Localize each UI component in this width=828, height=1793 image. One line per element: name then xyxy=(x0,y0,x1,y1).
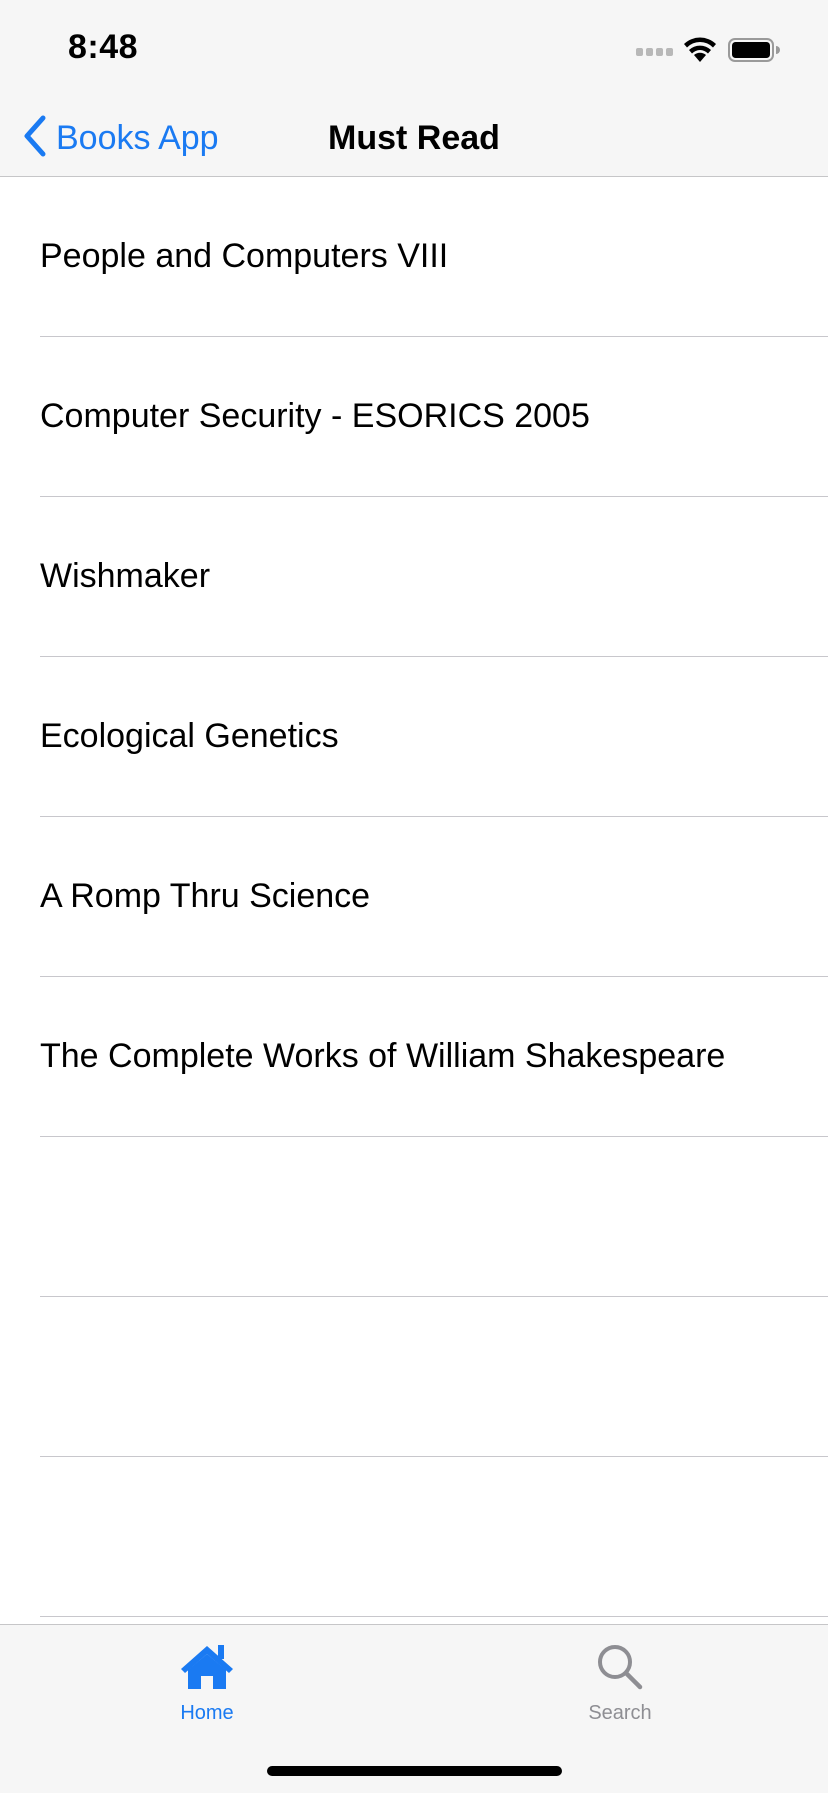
book-title: People and Computers VIII xyxy=(40,237,449,275)
status-time: 8:48 xyxy=(68,28,139,66)
battery-icon xyxy=(728,38,780,62)
navigation-bar: Books App Must Read xyxy=(0,100,828,177)
page-title: Must Read xyxy=(328,119,500,157)
list-item[interactable]: The Complete Works of William Shakespear… xyxy=(0,977,828,1137)
tab-search[interactable]: Search xyxy=(540,1643,700,1753)
list-item[interactable]: People and Computers VIII xyxy=(0,177,828,337)
signal-dots-icon xyxy=(636,48,673,56)
empty-row xyxy=(0,1457,828,1617)
book-list: People and Computers VIII Computer Secur… xyxy=(0,177,828,1624)
empty-row xyxy=(0,1297,828,1457)
wifi-icon xyxy=(684,37,716,62)
home-icon xyxy=(179,1643,235,1696)
status-bar: 8:48 xyxy=(0,0,828,100)
tab-home[interactable]: Home xyxy=(127,1643,287,1753)
tab-search-label: Search xyxy=(588,1702,652,1724)
list-item[interactable]: Computer Security - ESORICS 2005 xyxy=(0,337,828,497)
book-title: Ecological Genetics xyxy=(40,717,339,755)
home-indicator xyxy=(267,1766,562,1776)
list-item[interactable]: Ecological Genetics xyxy=(0,657,828,817)
search-icon xyxy=(596,1643,644,1696)
book-title: The Complete Works of William Shakespear… xyxy=(40,1037,726,1075)
status-icons xyxy=(636,34,796,66)
list-item[interactable]: Wishmaker xyxy=(0,497,828,657)
book-title: Wishmaker xyxy=(40,557,211,595)
book-title: Computer Security - ESORICS 2005 xyxy=(40,397,590,435)
book-title: A Romp Thru Science xyxy=(40,877,371,915)
empty-row xyxy=(0,1137,828,1297)
tab-home-label: Home xyxy=(180,1702,234,1724)
list-item[interactable]: A Romp Thru Science xyxy=(0,817,828,977)
